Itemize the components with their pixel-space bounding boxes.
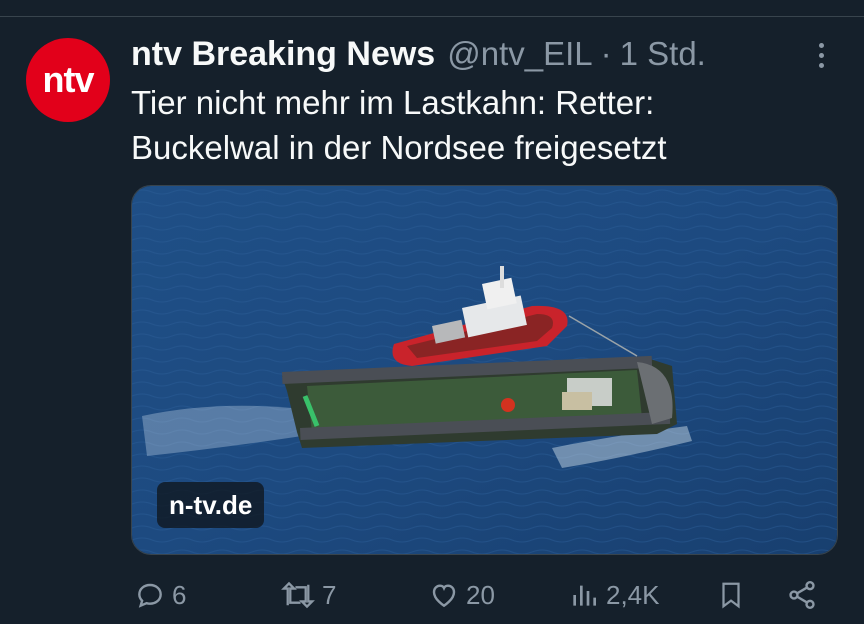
retweet-icon [281, 581, 315, 609]
author-name[interactable]: ntv Breaking News [131, 35, 435, 74]
avatar[interactable]: ntv [26, 38, 110, 122]
more-icon[interactable] [806, 40, 836, 70]
views-count: 2,4K [606, 579, 660, 610]
retweet-count: 7 [322, 579, 337, 610]
like-count: 20 [466, 579, 495, 610]
media-watermark: n-tv.de [157, 482, 265, 528]
bookmark-icon [722, 582, 740, 609]
author-handle[interactable]: @ntv_EIL [447, 35, 592, 73]
reply-icon [138, 583, 162, 608]
tweet-text: Tier nicht mehr im Lastkahn: Retter: Buc… [131, 80, 831, 170]
tweet-header: ntv Breaking News @ntv_EIL · 1 Std. [131, 32, 706, 76]
separator: · [600, 35, 612, 72]
tweet-text-line: Buckelwal in der Nordsee freigesetzt [131, 129, 667, 166]
like-icon [432, 584, 456, 608]
avatar-logo: ntv [42, 59, 95, 100]
views-button[interactable]: 2,4K [568, 570, 660, 620]
share-button[interactable] [786, 570, 818, 620]
tweet-media[interactable]: n-tv.de [131, 185, 838, 555]
tweet-text-line: Tier nicht mehr im Lastkahn: Retter: [131, 84, 655, 121]
share-icon [789, 581, 815, 609]
retweet-button[interactable]: 7 [280, 570, 336, 620]
like-button[interactable]: 20 [428, 570, 495, 620]
timestamp[interactable]: 1 Std. [620, 35, 706, 73]
divider [0, 16, 864, 17]
bookmark-button[interactable] [716, 570, 746, 620]
reply-count: 6 [172, 579, 187, 610]
reply-button[interactable]: 6 [134, 570, 186, 620]
action-bar: 6 7 20 2,4K [0, 570, 864, 620]
views-icon [573, 585, 596, 606]
